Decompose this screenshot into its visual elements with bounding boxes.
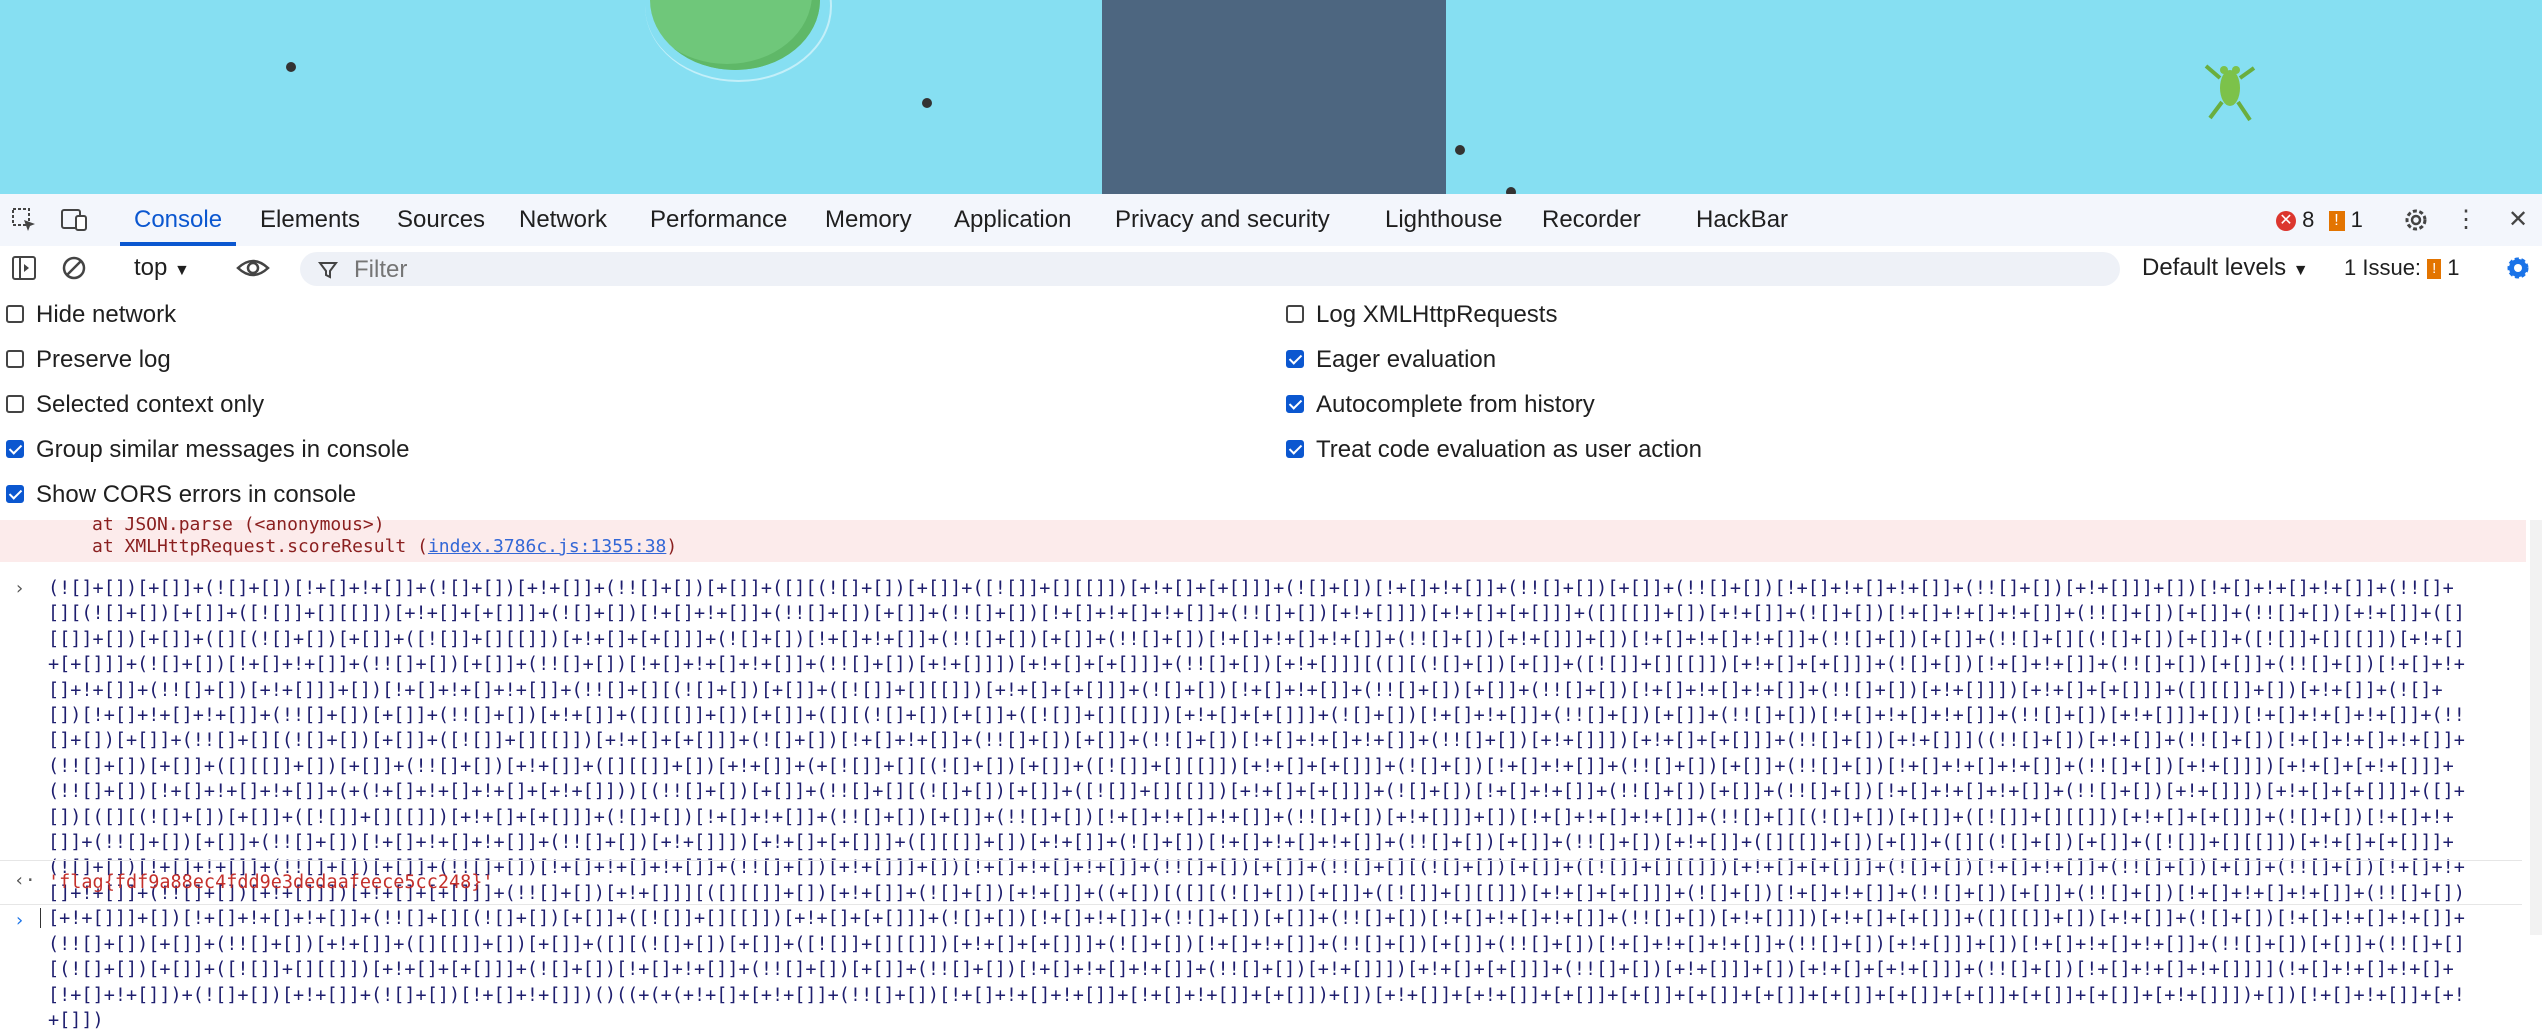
issues-label: 1 Issue: [2344,255,2422,280]
checkbox[interactable] [6,304,24,323]
stone-pillar [1102,0,1446,194]
option-label: Eager evaluation [1316,346,1497,373]
inspect-element-icon[interactable] [10,206,38,234]
option-hide-network[interactable]: Hide network [6,298,176,332]
option-log-xhr[interactable]: Log XMLHttpRequests [1286,298,1557,332]
console-input-expression[interactable]: (![]+[])[+[]]+(![]+[])[!+[]+!+[]]+(![]+[… [48,576,2468,1033]
filter-field[interactable] [300,252,2120,288]
option-label: Selected context only [36,391,265,418]
chevron-down-icon: ▼ [2292,262,2309,279]
option-eager-evaluation[interactable]: Eager evaluation [1286,343,1496,377]
close-icon[interactable]: ✕ [2504,206,2532,234]
option-label: Autocomplete from history [1316,391,1595,418]
tab-elements[interactable]: Elements [260,194,360,246]
error-stack-trace: at JSON.parse (<anonymous>) at XMLHttpRe… [0,514,2526,562]
option-treat-eval-user-action[interactable]: Treat code evaluation as user action [1286,433,1702,467]
option-label: Show CORS errors in console [36,481,357,508]
tab-privacy-security[interactable]: Privacy and security [1115,194,1330,246]
context-selector[interactable]: top ▼ [134,246,190,290]
tab-performance[interactable]: Performance [650,194,787,246]
log-levels-dropdown[interactable]: Default levels ▼ [2142,246,2309,290]
checkbox[interactable] [1286,394,1304,413]
settings-gear-icon[interactable] [2402,206,2430,234]
more-options-icon[interactable]: ⋮ [2452,206,2480,234]
log-levels-label: Default levels [2142,254,2287,281]
game-canvas[interactable] [0,0,2542,194]
evaluation-result: 'flag{fdf9a88ec4fdd9e3dedaafeece5cc248}' [48,872,494,893]
filter-input[interactable] [352,252,2056,288]
chevron-down-icon: ▼ [174,262,190,279]
issues-count: 1 [2447,255,2460,280]
option-label: Hide network [36,301,177,328]
tab-network[interactable]: Network [519,194,607,246]
tadpole [1506,187,1516,194]
option-show-cors-errors[interactable]: Show CORS errors in console [6,478,356,512]
option-label: Preserve log [36,346,171,373]
tab-application[interactable]: Application [954,194,1071,246]
console-scrollbar[interactable] [2530,520,2542,935]
divider [0,860,2522,861]
console-prompt-icon: › [14,910,25,931]
live-expression-eye-icon[interactable] [236,254,270,282]
option-label: Log XMLHttpRequests [1316,301,1558,328]
console-input[interactable] [40,908,2440,932]
context-label: top [134,254,168,281]
tab-recorder[interactable]: Recorder [1542,194,1641,246]
result-arrow-icon: ‹· [14,870,36,891]
sidebar-toggle-icon[interactable] [10,254,38,282]
console-settings-gear-icon[interactable] [2504,254,2532,282]
option-group-similar[interactable]: Group similar messages in console [6,433,410,467]
console-settings-pane: Hide network Preserve log Selected conte… [0,290,2542,514]
option-label: Treat code evaluation as user action [1316,436,1703,463]
stack-line: at JSON.parse (<anonymous>) [92,514,385,535]
option-autocomplete-history[interactable]: Autocomplete from history [1286,388,1595,422]
option-preserve-log[interactable]: Preserve log [6,343,171,377]
source-link[interactable]: index.3786c.js:1355:38 [428,536,666,557]
tadpole [922,98,932,108]
stack-text: at XMLHttpRequest.scoreResult ( [92,536,428,557]
tab-console[interactable]: Console [120,194,237,246]
divider [0,904,2522,905]
checkbox[interactable] [6,394,24,413]
checkbox[interactable] [1286,439,1304,458]
tab-memory[interactable]: Memory [825,194,912,246]
error-icon: ✕ [2276,211,2296,232]
expand-chevron-icon[interactable]: › [14,578,25,599]
warning-icon: ! [2328,211,2345,232]
tab-sources[interactable]: Sources [397,194,485,246]
checkbox[interactable] [6,484,24,503]
issue-warning-icon: ! [2427,259,2442,280]
devtools-panel: Console Elements Sources Network Perform… [0,194,2542,1031]
option-selected-context-only[interactable]: Selected context only [6,388,264,422]
stack-line: at XMLHttpRequest.scoreResult (index.378… [92,536,678,557]
checkbox[interactable] [1286,304,1304,323]
error-counter[interactable]: ✕ 8 ! 1 [2276,194,2363,246]
tadpole [286,62,296,72]
console-filter-bar: top ▼ Default levels ▼ 1 Issue: ! 1 [0,246,2542,291]
device-toolbar-icon[interactable] [60,206,88,234]
tab-hackbar[interactable]: HackBar [1696,194,1788,246]
frog-icon [2204,64,2256,122]
clear-console-icon[interactable] [60,254,88,282]
lily-pad-ripple [645,0,832,82]
checkbox[interactable] [1286,349,1304,368]
error-count: 8 [2302,207,2315,232]
tadpole [1455,145,1465,155]
checkbox[interactable] [6,349,24,368]
warning-count: 1 [2350,207,2363,232]
checkbox[interactable] [6,439,24,458]
devtools-tabbar: Console Elements Sources Network Perform… [0,194,2542,247]
console-output: at JSON.parse (<anonymous>) at XMLHttpRe… [0,514,2542,1031]
filter-funnel-icon [318,262,338,279]
tab-lighthouse[interactable]: Lighthouse [1385,194,1502,246]
issues-button[interactable]: 1 Issue: ! 1 [2344,246,2460,290]
option-label: Group similar messages in console [36,436,410,463]
text-cursor [40,908,41,928]
